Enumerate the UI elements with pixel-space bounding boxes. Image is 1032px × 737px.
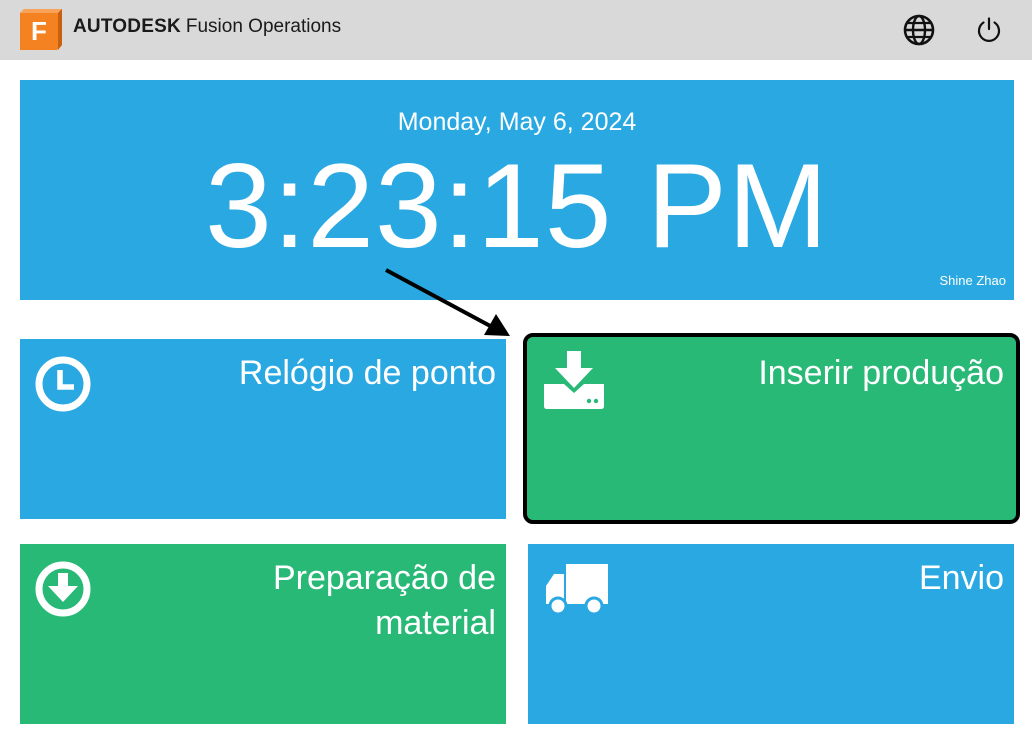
tile-material-preparation[interactable]: Preparação de material: [20, 544, 506, 724]
globe-icon: [903, 14, 935, 46]
brand-name: AUTODESK: [73, 16, 181, 37]
top-bar: F AUTODESK Fusion Operations: [0, 0, 1032, 60]
clock-icon: [34, 355, 92, 418]
tile-label: Preparação de material: [272, 559, 496, 642]
tile-shipping[interactable]: Envio: [528, 544, 1014, 724]
power-icon: [977, 17, 1001, 42]
tile-label: Inserir produção: [758, 354, 1004, 392]
tile-enter-production[interactable]: Inserir produção: [523, 333, 1020, 524]
current-time: 3:23:15 PM: [205, 139, 829, 273]
language-button[interactable]: [902, 13, 936, 47]
clock-panel: Monday, May 6, 2024 3:23:15 PM Shine Zha…: [20, 80, 1014, 300]
download-tray-icon: [542, 351, 606, 416]
arrow-down-circle-icon: [34, 560, 92, 623]
fusion-logo-icon: F: [20, 9, 62, 50]
tile-label: Relógio de ponto: [238, 354, 496, 392]
logout-button[interactable]: [972, 13, 1006, 47]
app-title: AUTODESK Fusion Operations: [73, 15, 341, 39]
product-name: Fusion Operations: [185, 16, 342, 37]
logo-letter: F: [31, 16, 47, 46]
tile-label: Envio: [918, 559, 1004, 597]
tile-time-clock[interactable]: Relógio de ponto: [20, 339, 506, 519]
truck-icon: [544, 562, 610, 621]
current-date: Monday, May 6, 2024: [397, 108, 637, 136]
user-name: Shine Zhao: [939, 273, 1007, 288]
